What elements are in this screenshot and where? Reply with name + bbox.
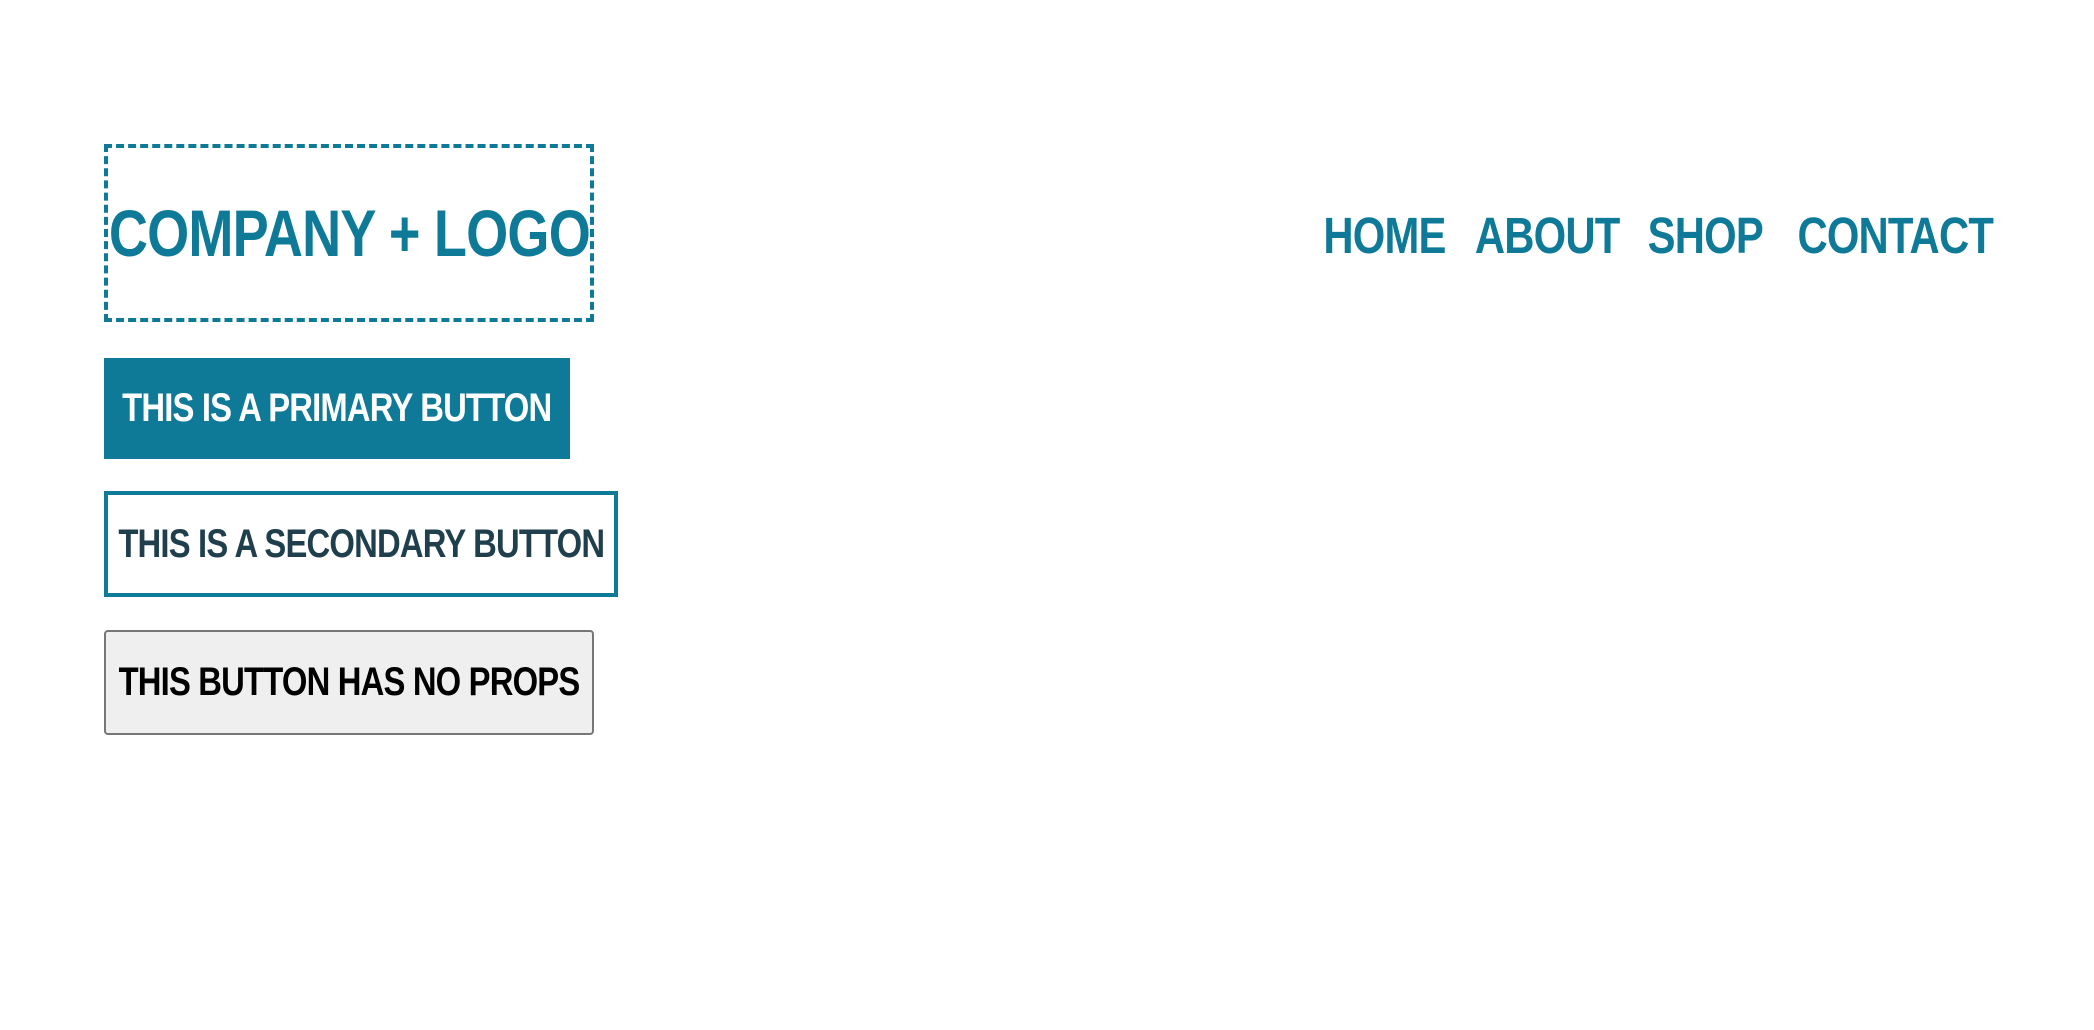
default-button-label: This button has no props [118,660,581,704]
primary-button[interactable]: This is a primary button [104,358,570,459]
main-nav: Home About Shop Contact [1310,200,1993,270]
secondary-button-label: This is a secondary button [118,521,605,566]
default-button[interactable]: This button has no props [104,630,594,735]
logo-text: Company + Logo [108,196,590,270]
company-logo: Company + Logo [104,144,594,322]
secondary-button[interactable]: This is a secondary button [104,491,618,597]
nav-link-shop[interactable]: Shop [1648,206,1764,265]
nav-link-contact[interactable]: Contact [1797,206,1993,265]
primary-button-label: This is a primary button [122,386,552,430]
nav-link-about[interactable]: About [1475,206,1620,265]
nav-link-home[interactable]: Home [1323,206,1446,265]
